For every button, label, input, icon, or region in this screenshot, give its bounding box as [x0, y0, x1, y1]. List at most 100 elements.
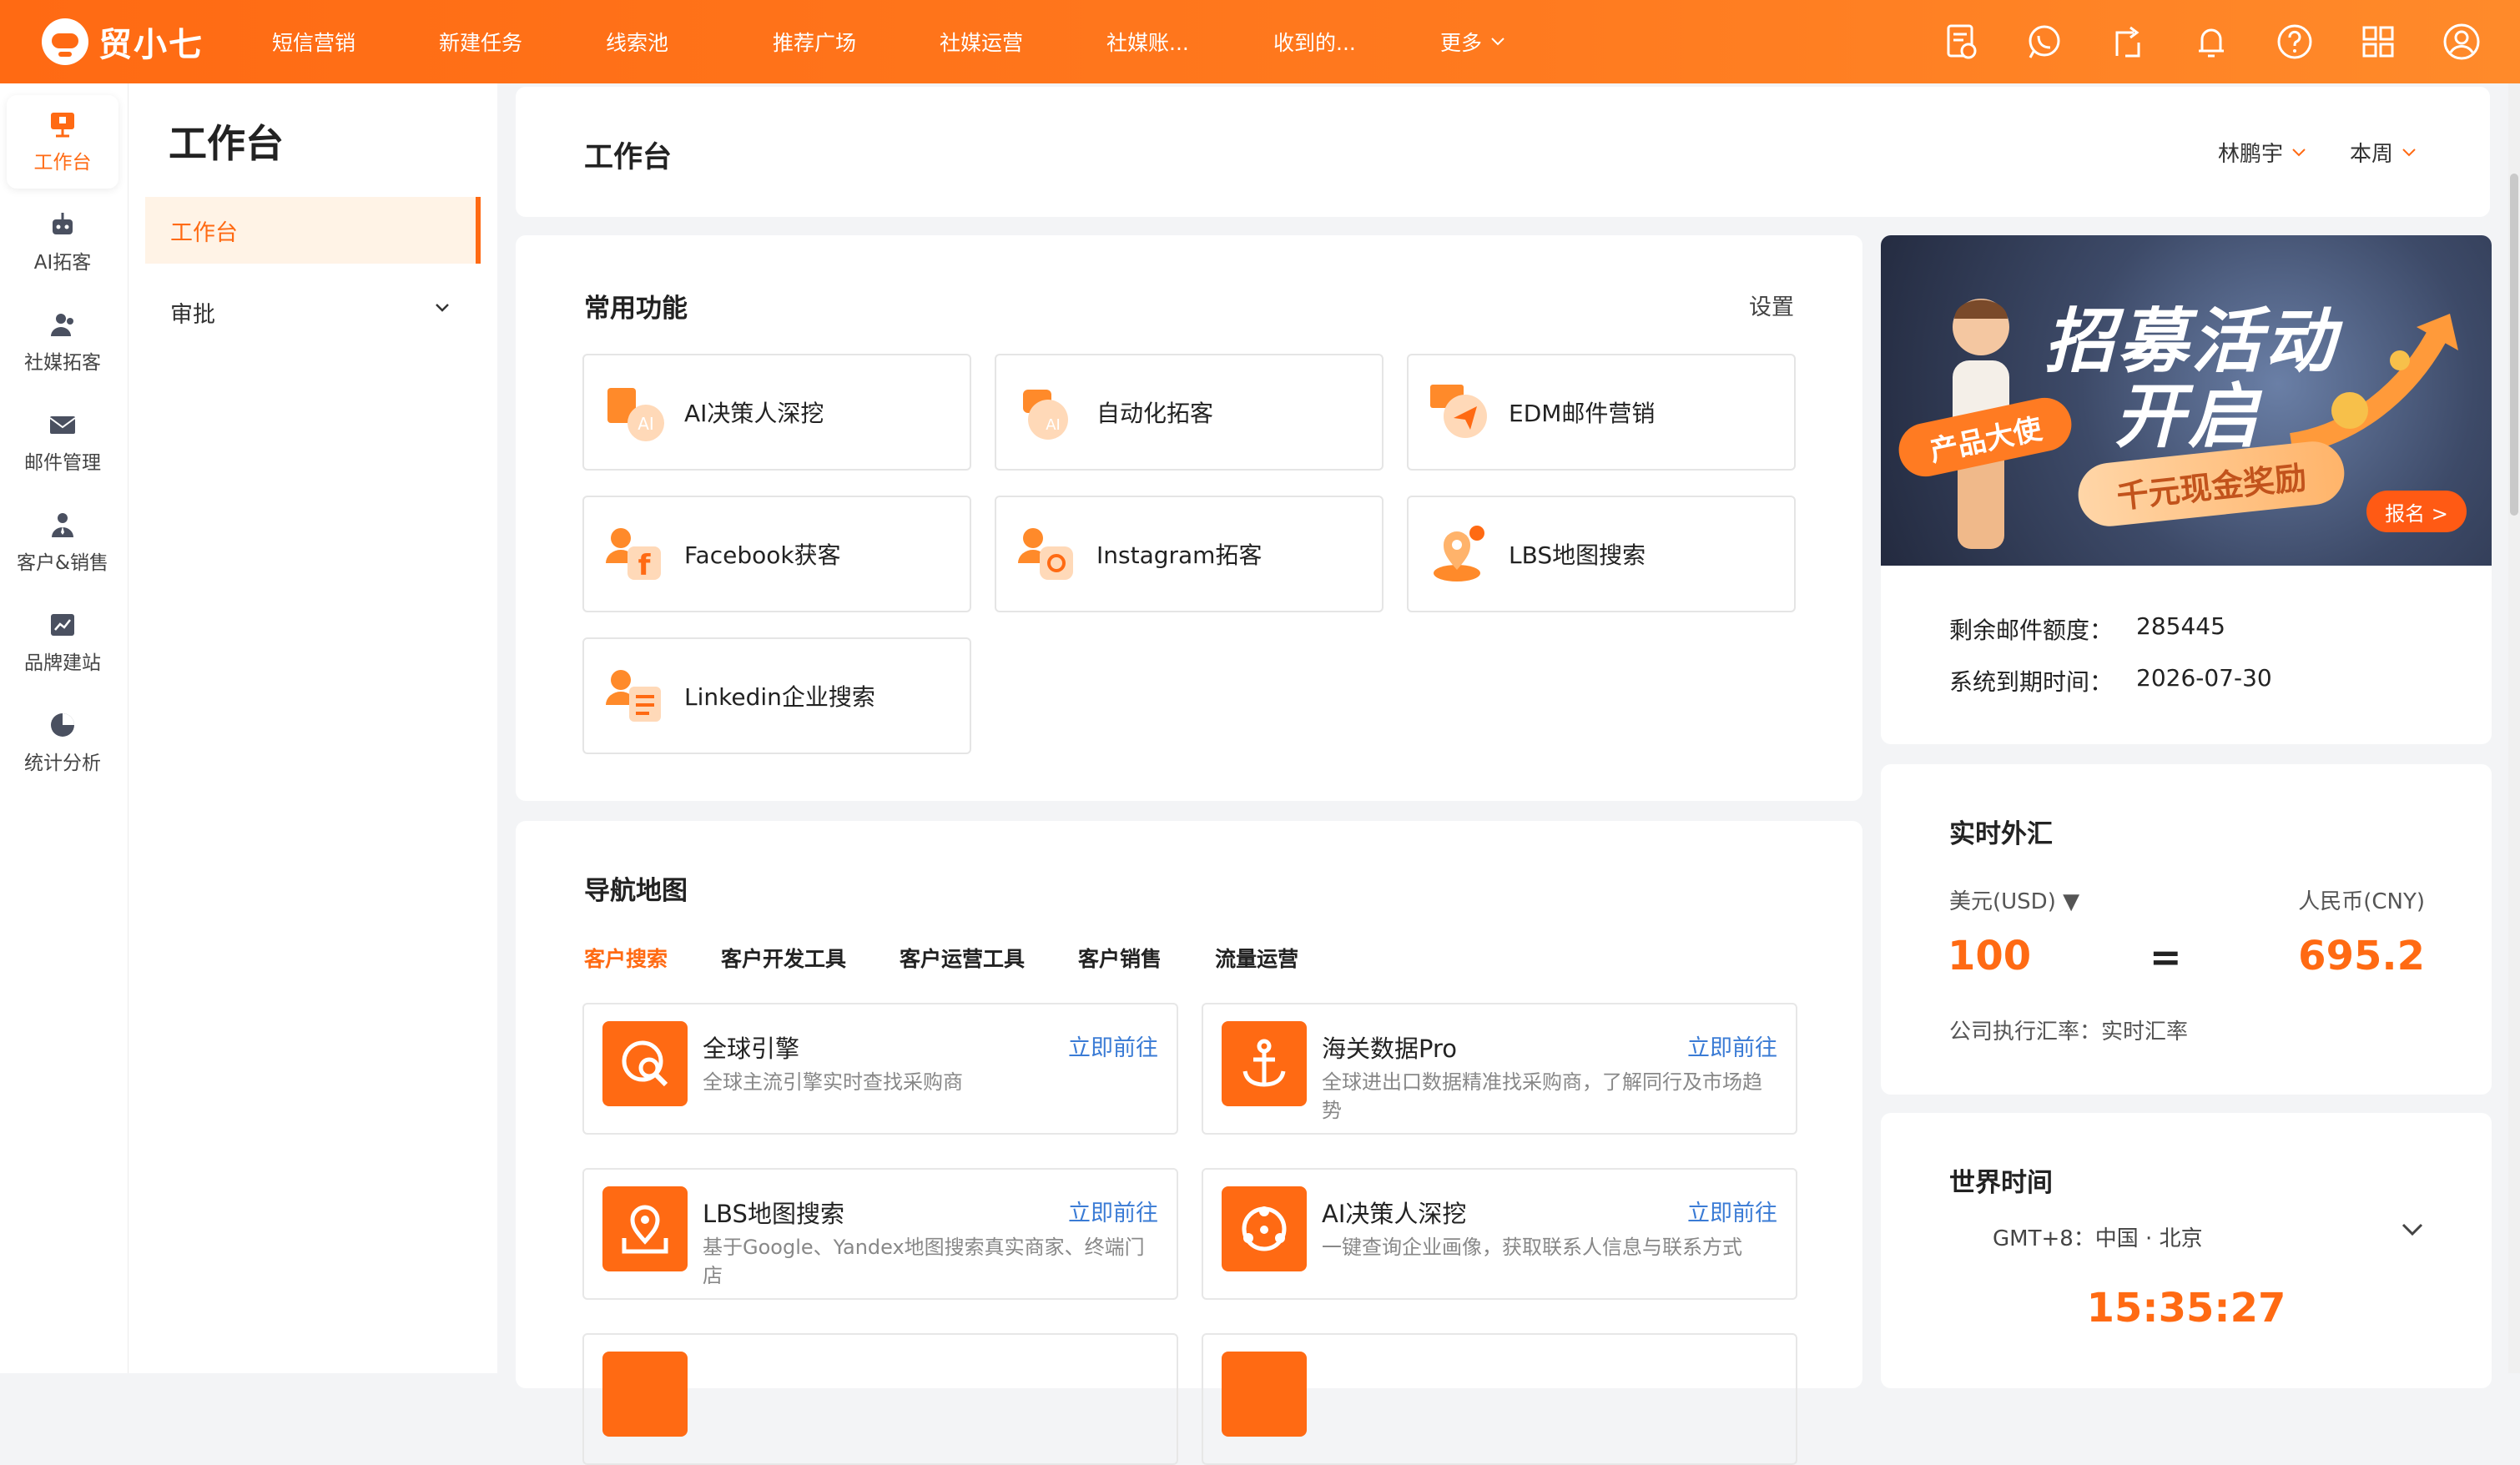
workbench-icon	[51, 113, 74, 138]
func-instagram[interactable]: Instagram拓客	[995, 496, 1383, 612]
help-icon[interactable]	[2270, 17, 2320, 67]
func-label: Linkedin企业搜索	[684, 683, 875, 711]
to-currency-label[interactable]: 人民币(CNY)	[2298, 884, 2425, 915]
anchor-icon	[1222, 1021, 1307, 1106]
fx-title: 实时外汇	[1949, 819, 2053, 849]
func-label: 自动化拓客	[1096, 400, 1214, 427]
logo-icon	[42, 18, 88, 65]
tool-partial[interactable]	[1202, 1333, 1797, 1465]
chart-icon	[51, 614, 74, 636]
from-currency-select[interactable]: 美元(USD) ▼	[1949, 884, 2079, 915]
go-link[interactable]: 立即前往	[1687, 1195, 1777, 1227]
tab-dev-tools[interactable]: 客户开发工具	[721, 943, 846, 973]
tool-partial[interactable]	[582, 1333, 1178, 1465]
func-facebook[interactable]: f Facebook获客	[582, 496, 971, 612]
top-navigation-bar: 贸小七 短信营销 新建任务 线索池 推荐广场 社媒运营 社媒账... 收到的..…	[0, 0, 2520, 83]
chevron-down-icon	[1491, 38, 1504, 46]
tab-ops-tools[interactable]: 客户运营工具	[900, 943, 1025, 973]
secondary-nav: 工作台 工作台 审批	[129, 83, 497, 1373]
tool-desc: 基于Google、Yandex地图搜索真实商家、终端门店	[703, 1236, 1145, 1287]
tab-customer-sales[interactable]: 客户销售	[1078, 943, 1162, 973]
tool-desc: 一键查询企业画像，获取联系人信息与联系方式	[1322, 1236, 1742, 1259]
nav-item-social-ops[interactable]: 社媒运营	[940, 27, 1106, 57]
promo-banner[interactable]: 招募活动 开启 产品大使 千元现金奖励 报名 >	[1881, 235, 2492, 566]
tab-traffic-ops[interactable]: 流量运营	[1215, 943, 1298, 973]
rail-item-ai-prospecting[interactable]: AI拓客	[7, 195, 118, 289]
nav-more-label: 更多	[1440, 31, 1483, 55]
func-label: LBS地图搜索	[1509, 541, 1646, 569]
nav-item-social-accounts[interactable]: 社媒账...	[1106, 27, 1273, 57]
rail-item-workbench[interactable]: 工作台	[7, 95, 118, 189]
rail-item-customer-sales[interactable]: 客户&销售	[7, 496, 118, 589]
rail-item-label: 统计分析	[24, 753, 101, 774]
whatsapp-icon[interactable]	[2019, 17, 2069, 67]
rail-item-social-prospecting[interactable]: 社媒拓客	[7, 295, 118, 389]
func-edm-marketing[interactable]: EDM邮件营销	[1407, 354, 1796, 471]
customer-icon	[52, 513, 73, 537]
clock-time: 15:35:27	[2086, 1285, 2286, 1332]
robot-ai-icon: AI	[1023, 390, 1068, 440]
rail-item-mail[interactable]: 邮件管理	[7, 395, 118, 489]
rail-item-statistics[interactable]: 统计分析	[7, 696, 118, 789]
period-filter-dropdown[interactable]: 本周	[2350, 137, 2417, 168]
nav-item-recommend-plaza[interactable]: 推荐广场	[773, 27, 940, 57]
func-linkedin-search[interactable]: Linkedin企业搜索	[582, 637, 971, 754]
nav-item-more[interactable]: 更多	[1440, 27, 1607, 57]
tab-customer-search[interactable]: 客户搜索	[584, 943, 668, 973]
left-rail: 工作台 AI拓客 社媒拓客 邮件管理 客户&销售 品牌建站 统计分析	[0, 83, 129, 1373]
rail-item-label: 邮件管理	[24, 452, 101, 474]
tool-global-engine[interactable]: 全球引擎 全球主流引擎实时查找采购商 立即前往	[582, 1003, 1178, 1135]
rate-note: 公司执行汇率：实时汇率	[1949, 1019, 2189, 1045]
go-link[interactable]: 立即前往	[1068, 1195, 1158, 1227]
tool-name: 全球引擎	[703, 1035, 800, 1063]
subnav-item-approval[interactable]: 审批	[145, 279, 481, 345]
go-link[interactable]: 立即前往	[1687, 1030, 1777, 1062]
world-time-title: 世界时间	[1949, 1168, 2053, 1198]
func-lbs-map-search[interactable]: LBS地图搜索	[1407, 496, 1796, 612]
tool-customs-data-pro[interactable]: 海关数据Pro 全球进出口数据精准找采购商，了解同行及市场趋势 立即前往	[1202, 1003, 1797, 1135]
mail-quota-value: 285445	[2136, 612, 2225, 640]
to-amount-value: 695.2	[2298, 933, 2425, 979]
subnav-item-workbench[interactable]: 工作台	[145, 197, 481, 264]
period-filter-value: 本周	[2350, 142, 2394, 167]
apps-icon[interactable]	[2353, 17, 2403, 67]
rail-item-label: 客户&销售	[17, 552, 108, 574]
rail-item-brand-site[interactable]: 品牌建站	[7, 596, 118, 689]
func-label: Facebook获客	[684, 541, 841, 569]
func-auto-prospecting[interactable]: AI 自动化拓客	[995, 354, 1383, 471]
from-amount-input[interactable]: 100	[1948, 933, 2031, 979]
robot-icon	[53, 213, 73, 234]
nav-item-received[interactable]: 收到的...	[1273, 27, 1440, 57]
chevron-down-icon[interactable]	[2400, 1221, 2425, 1238]
page-scrollbar[interactable]	[2508, 83, 2520, 1373]
users-icon	[51, 314, 73, 336]
navigation-map-title: 导航地图	[584, 876, 688, 906]
top-nav-menu: 短信营销 新建任务 线索池 推荐广场 社媒运营 社媒账... 收到的... 更多	[272, 0, 1607, 83]
nav-item-new-task[interactable]: 新建任务	[439, 27, 606, 57]
account-quota-card: 剩余邮件额度： 285445 系统到期时间： 2026-07-30	[1881, 566, 2492, 744]
func-ai-decision-maker[interactable]: AI AI决策人深挖	[582, 354, 971, 471]
svg-text:AI: AI	[638, 414, 654, 434]
chevron-down-icon	[2292, 148, 2306, 156]
go-link[interactable]: 立即前往	[1068, 1030, 1158, 1062]
user-filter-dropdown[interactable]: 林鹏宇	[2218, 137, 2306, 168]
banner-headline-2: 开启	[2114, 375, 2262, 457]
app-logo[interactable]: 贸小七	[42, 15, 204, 68]
bell-icon[interactable]	[2186, 17, 2236, 67]
nav-item-sms-marketing[interactable]: 短信营销	[272, 27, 439, 57]
network-icon	[1222, 1186, 1307, 1271]
nav-item-lead-pool[interactable]: 线索池	[606, 27, 773, 57]
ai-document-icon: AI	[607, 388, 664, 441]
scrollbar-thumb[interactable]	[2510, 174, 2518, 516]
facebook-icon: f	[606, 528, 661, 582]
avatar[interactable]	[2437, 17, 2487, 67]
timezone-select[interactable]: GMT+8：中国 · 北京	[1993, 1221, 2203, 1252]
banner-signup-button[interactable]: 报名 >	[2366, 491, 2467, 532]
form-icon[interactable]	[1936, 17, 1986, 67]
tool-ai-decision-maker[interactable]: AI决策人深挖 一键查询企业画像，获取联系人信息与联系方式 立即前往	[1202, 1168, 1797, 1300]
tool-lbs-map-search[interactable]: LBS地图搜索 基于Google、Yandex地图搜索真实商家、终端门店 立即前…	[582, 1168, 1178, 1300]
tool-name: LBS地图搜索	[703, 1200, 844, 1228]
settings-link[interactable]: 设置	[1749, 289, 1794, 321]
share-icon[interactable]	[2103, 17, 2153, 67]
common-functions-title: 常用功能	[584, 294, 688, 324]
